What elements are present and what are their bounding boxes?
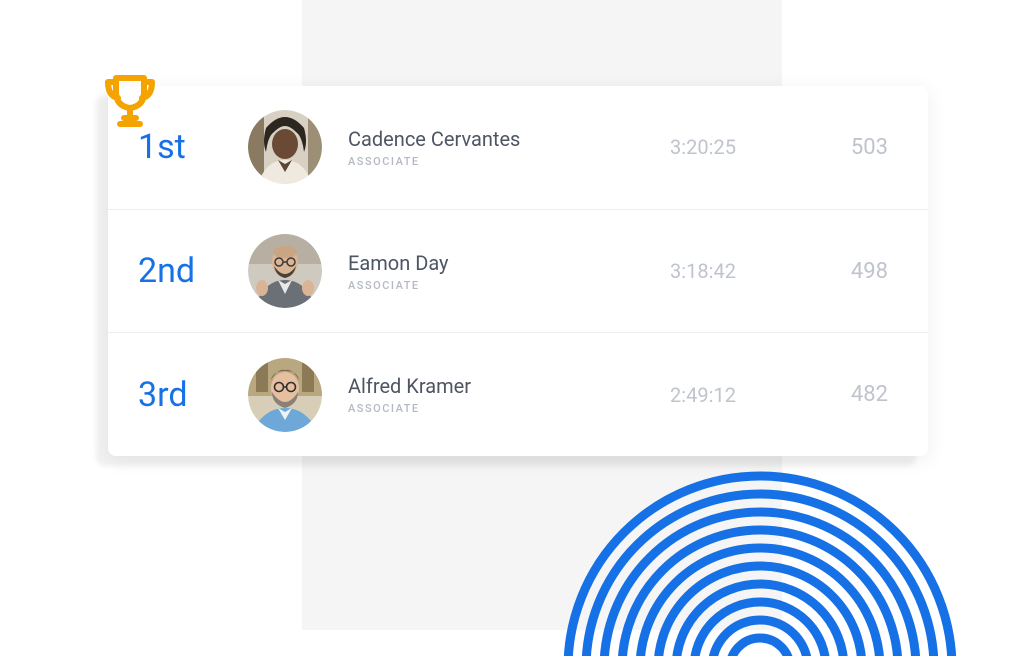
score-value: 498 xyxy=(778,259,888,284)
rank-label: 2nd xyxy=(138,251,248,291)
time-value: 3:20:25 xyxy=(628,135,778,159)
score-value: 503 xyxy=(778,135,888,160)
person-role: ASSOCIATE xyxy=(348,279,628,292)
person-role: ASSOCIATE xyxy=(348,402,628,415)
leaderboard-card: 1st Cade xyxy=(108,86,928,456)
person-name: Alfred Kramer xyxy=(348,374,628,398)
leaderboard-row: 3rd xyxy=(108,333,928,456)
score-value: 482 xyxy=(778,382,888,407)
trophy-icon xyxy=(102,72,158,134)
person-info: Cadence Cervantes ASSOCIATE xyxy=(348,127,628,168)
leaderboard-row: 2nd xyxy=(108,210,928,334)
person-info: Eamon Day ASSOCIATE xyxy=(348,251,628,292)
avatar xyxy=(248,358,322,432)
leaderboard-row: 1st Cade xyxy=(108,86,928,210)
rank-label: 3rd xyxy=(138,375,248,415)
time-value: 2:49:12 xyxy=(628,383,778,407)
person-name: Eamon Day xyxy=(348,251,628,275)
person-role: ASSOCIATE xyxy=(348,155,628,168)
person-name: Cadence Cervantes xyxy=(348,127,628,151)
person-info: Alfred Kramer ASSOCIATE xyxy=(348,374,628,415)
time-value: 3:18:42 xyxy=(628,259,778,283)
avatar xyxy=(248,110,322,184)
avatar xyxy=(248,234,322,308)
